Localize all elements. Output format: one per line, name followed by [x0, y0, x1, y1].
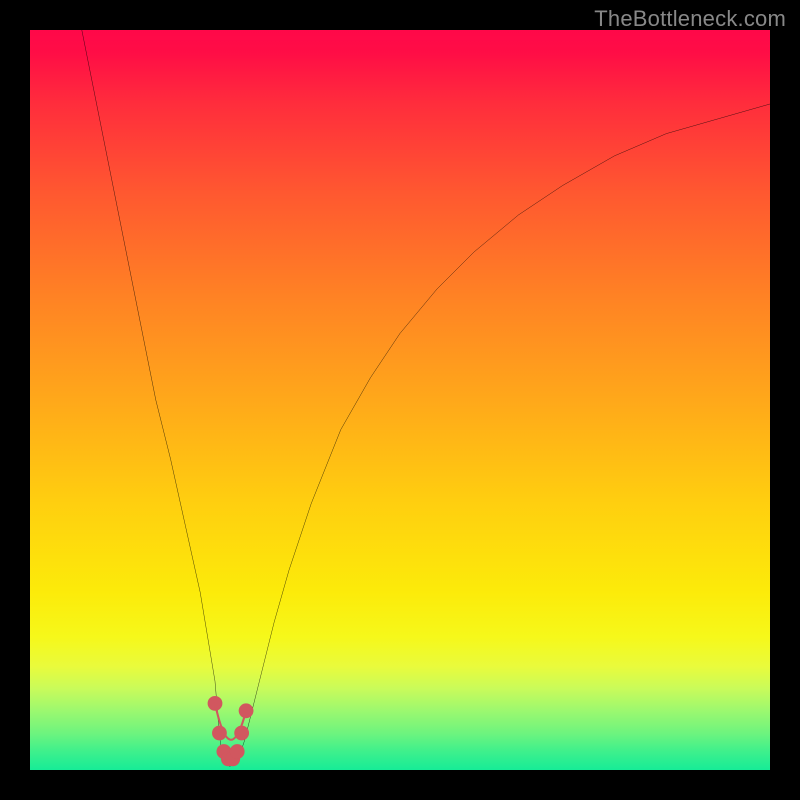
plot-area: [30, 30, 770, 770]
min-markers: [208, 696, 254, 766]
bottleneck-curve: [82, 30, 770, 766]
watermark-text: TheBottleneck.com: [594, 6, 786, 32]
chart-frame: TheBottleneck.com: [0, 0, 800, 800]
curve-layer: [30, 30, 770, 770]
